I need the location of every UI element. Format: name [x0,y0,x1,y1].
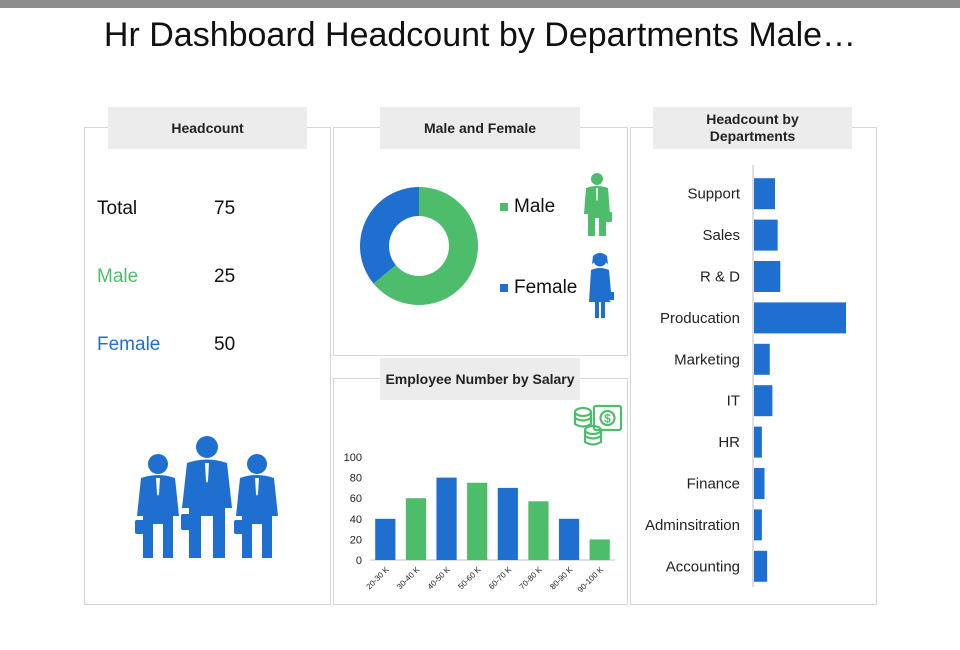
total-value: 75 [214,198,236,219]
female-label: Female [97,334,161,355]
salary-x-tick-1: 30-40 K [395,565,422,592]
dept-label-marketing: Marketing [674,351,740,368]
legend-female-swatch [500,284,508,292]
salary-y-tick-4: 80 [350,473,362,485]
headcount-panel-title: Headcount [108,107,307,149]
legend-female-label: Female [514,277,578,298]
dept-label-adminsitration: Adminsitration [645,517,740,534]
donut-slice-female [360,187,419,284]
dept-label-it: IT [727,393,740,410]
dept-bar-finance [754,468,765,499]
total-label: Total [97,198,138,219]
legend-male-swatch [500,203,508,211]
legend-male: Male [500,196,555,218]
departments-panel-title: Headcount by Departments [653,107,852,149]
salary-panel-title: Employee Number by Salary [380,358,580,400]
departments-bar-chart: Support Sales R & D Producation Marketing IT H… [645,165,846,587]
dept-label-accounting: Accounting [666,558,740,575]
salary-x-tick-3: 50-60 K [456,565,483,592]
dept-label-finance: Finance [687,476,740,493]
salary-y-tick-5: 100 [344,452,362,464]
salary-y-tick-1: 20 [350,534,362,546]
salary-y-tick-3: 60 [350,493,362,505]
dept-label-sales: Sales [702,227,740,244]
legend-female: Female [500,277,577,299]
dept-bar-producation [754,302,846,334]
salary-x-tick-5: 70-80 K [518,565,545,592]
salary-x-tick-4: 60-70 K [487,565,514,592]
salary-x-tick-0: 20-30 K [365,565,392,592]
salary-bar-chart: 0 20 40 60 80 100 20-30 K 30-40 K 40-50 K 50-60 K… [344,452,615,595]
dept-bar-sales [754,219,778,251]
salary-bar-1 [405,498,427,560]
male-label: Male [97,266,139,287]
gender-donut-chart [360,187,478,305]
salary-x-tick-7: 90-100 K [576,565,606,595]
businesswoman-icon [589,253,614,318]
dept-label-producation: Producation [660,310,740,327]
dept-bar-it [754,385,773,417]
businessman-icon [584,173,612,236]
dept-label-r-d: R & D [700,269,740,286]
salary-y-tick-0: 0 [356,555,362,567]
dept-bar-r-d [754,261,781,292]
gender-panel-title: Male and Female [380,107,580,149]
legend-male-label: Male [514,196,556,217]
business-people-group-icon [135,436,278,558]
salary-bar-2 [436,477,457,560]
dept-label-hr: HR [718,434,740,451]
female-value: 50 [214,334,236,355]
salary-bar-3 [467,482,488,560]
top-accent-bar [0,0,960,8]
salary-bar-6 [558,518,580,560]
salary-x-tick-6: 80-90 K [548,565,575,592]
male-value: 25 [214,266,236,287]
salary-bar-0 [375,518,396,560]
salary-bar-5 [528,501,549,560]
dept-bar-accounting [754,550,768,582]
dept-bar-adminsitration [754,509,762,541]
dept-bar-support [754,178,776,210]
dept-bar-hr [754,426,762,458]
salary-x-tick-2: 40-50 K [426,565,453,592]
svg-text:$: $ [604,412,611,426]
dept-bar-marketing [754,343,770,375]
page-title: Hr Dashboard Headcount by Departments Ma… [103,16,857,54]
salary-bar-4 [497,487,518,560]
dept-label-support: Support [687,186,740,203]
salary-bar-7 [589,539,610,560]
salary-y-tick-2: 40 [350,514,362,526]
